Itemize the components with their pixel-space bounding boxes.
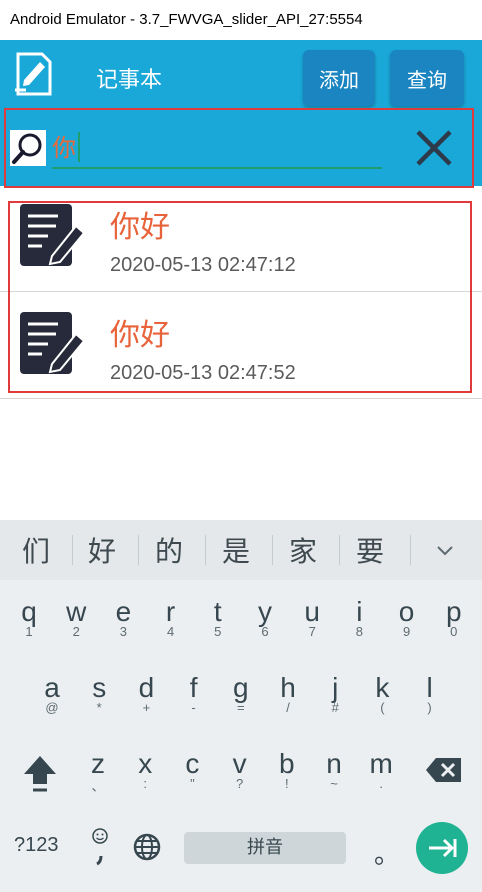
key-secondary: +: [142, 700, 151, 715]
search-icon: [10, 130, 46, 166]
key-secondary: 4: [166, 624, 175, 639]
add-button[interactable]: 添加: [303, 50, 375, 106]
candidate-separator: [410, 535, 411, 565]
list-highlight-box: [8, 201, 472, 393]
key-secondary: *: [96, 700, 102, 715]
key-g[interactable]: g =: [221, 672, 261, 715]
app-toolbar: 记事本 添加 查询: [0, 40, 482, 110]
candidate-word[interactable]: 要: [356, 530, 384, 570]
candidate-word[interactable]: 是: [222, 530, 250, 570]
key-s[interactable]: s *: [79, 672, 119, 715]
key-secondary: 6: [261, 624, 269, 639]
key-secondary: -: [191, 700, 196, 715]
enter-key[interactable]: [416, 822, 468, 874]
key-q[interactable]: q1: [9, 596, 49, 639]
key-secondary: !: [284, 776, 289, 791]
key-secondary: 1: [25, 624, 33, 639]
key-secondary: 7: [308, 624, 316, 639]
candidate-separator: [205, 535, 206, 565]
key-e[interactable]: e3: [103, 596, 143, 639]
key-secondary: ?: [235, 776, 244, 791]
key-f[interactable]: f-: [174, 672, 214, 715]
key-k[interactable]: k(: [362, 672, 402, 715]
key-secondary: 、: [91, 779, 105, 794]
candidate-separator: [72, 535, 73, 565]
search-input[interactable]: 你: [52, 128, 76, 163]
key-secondary: /: [286, 700, 290, 715]
key-r[interactable]: r4: [151, 596, 191, 639]
key-secondary: (: [380, 700, 385, 715]
key-j[interactable]: j #: [315, 672, 355, 715]
search-input-underline: [52, 167, 382, 169]
candidate-word[interactable]: 的: [155, 530, 183, 570]
window-titlebar: Android Emulator - 3.7_FWVGA_slider_API_…: [0, 0, 482, 40]
candidate-separator: [138, 535, 139, 565]
key-secondary: ): [427, 700, 432, 715]
key-u[interactable]: u7: [292, 596, 332, 639]
list-divider: [0, 398, 482, 399]
emoji-comma-icon[interactable]: [88, 826, 112, 870]
candidate-separator: [339, 535, 340, 565]
backspace-icon[interactable]: [424, 756, 464, 784]
key-secondary: .: [379, 776, 383, 791]
key-m[interactable]: m.: [361, 748, 401, 791]
key-c[interactable]: c ": [172, 748, 212, 791]
key-secondary: ~: [330, 776, 338, 791]
app-title: 记事本: [96, 68, 163, 93]
close-icon[interactable]: [412, 126, 456, 170]
key-t[interactable]: t5: [198, 596, 238, 639]
globe-icon[interactable]: [132, 832, 162, 862]
notepad-app-icon: [15, 52, 52, 96]
key-v[interactable]: v?: [220, 748, 260, 791]
shift-icon[interactable]: [20, 752, 60, 796]
key-d[interactable]: d +: [126, 672, 166, 715]
key-o[interactable]: o9: [387, 596, 427, 639]
key-secondary: 8: [355, 624, 363, 639]
key-secondary: 3: [119, 624, 127, 639]
key-secondary: @: [45, 700, 59, 715]
candidate-word[interactable]: 好: [88, 530, 116, 570]
key-secondary: #: [331, 700, 339, 715]
candidate-separator: [272, 535, 273, 565]
key-i[interactable]: i8: [339, 596, 379, 639]
key-x[interactable]: x:: [125, 748, 165, 791]
key-h[interactable]: h /: [268, 672, 308, 715]
key-w[interactable]: w2: [56, 596, 96, 639]
candidate-word[interactable]: 家: [289, 530, 317, 570]
key-secondary: ": [190, 776, 195, 791]
key-a[interactable]: a @: [32, 672, 72, 715]
key-n[interactable]: n ~: [314, 748, 354, 791]
key-secondary: 9: [402, 624, 411, 639]
text-caret: [78, 132, 80, 162]
period-key[interactable]: 。: [374, 834, 400, 871]
query-button[interactable]: 查询: [390, 50, 464, 106]
key-secondary: :: [143, 776, 147, 791]
enter-arrow-icon: [429, 838, 457, 858]
key-secondary: =: [237, 700, 245, 715]
space-key[interactable]: 拼音: [184, 832, 346, 864]
key-b[interactable]: b!: [267, 748, 307, 791]
key-z[interactable]: z、: [78, 748, 118, 795]
key-y[interactable]: y6: [245, 596, 285, 639]
candidate-word[interactable]: 们: [22, 530, 50, 570]
symbols-key[interactable]: ?123: [14, 834, 59, 857]
key-secondary: 0: [450, 624, 458, 639]
key-secondary: 2: [72, 624, 80, 639]
key-p[interactable]: p0: [434, 596, 474, 639]
window-title: Android Emulator - 3.7_FWVGA_slider_API_…: [10, 11, 363, 28]
key-secondary: 5: [214, 624, 222, 639]
chevron-down-icon[interactable]: [434, 540, 456, 562]
key-l[interactable]: l): [410, 672, 450, 715]
